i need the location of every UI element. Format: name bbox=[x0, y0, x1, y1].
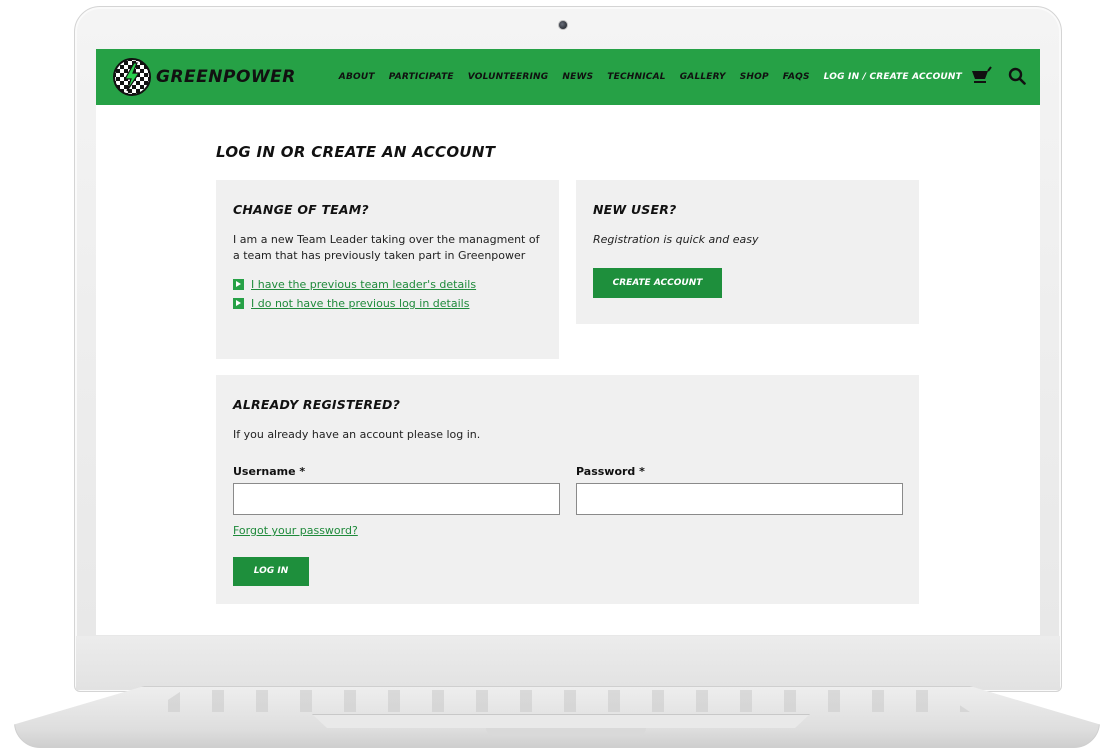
arrow-right-icon bbox=[233, 298, 244, 309]
header-icons bbox=[970, 65, 1026, 87]
main-nav: ABOUT PARTICIPATE VOLUNTEERING NEWS TECH… bbox=[339, 49, 962, 105]
username-input[interactable] bbox=[233, 483, 560, 515]
change-of-team-text: I am a new Team Leader taking over the m… bbox=[233, 233, 540, 262]
nav-gallery[interactable]: GALLERY bbox=[680, 72, 726, 82]
nav-faqs[interactable]: FAQS bbox=[783, 72, 810, 82]
new-user-heading: NEW USER? bbox=[593, 202, 677, 217]
new-user-panel: NEW USER? Registration is quick and easy… bbox=[576, 180, 919, 324]
password-input[interactable] bbox=[576, 483, 903, 515]
cart-icon[interactable] bbox=[970, 65, 992, 87]
team-link-row: I do not have the previous log in detail… bbox=[233, 297, 542, 310]
nav-login-create-account[interactable]: LOG IN / CREATE ACCOUNT bbox=[824, 72, 962, 82]
laptop-lip bbox=[486, 728, 646, 736]
login-heading: ALREADY REGISTERED? bbox=[233, 397, 401, 412]
new-user-text: Registration is quick and easy bbox=[593, 233, 759, 246]
password-label: Password * bbox=[576, 465, 645, 478]
nav-shop[interactable]: SHOP bbox=[740, 72, 769, 82]
log-in-button[interactable]: LOG IN bbox=[233, 557, 309, 586]
webcam bbox=[558, 20, 568, 30]
brand-name: GREENPOWER bbox=[156, 67, 296, 87]
no-previous-login-link[interactable]: I do not have the previous log in detail… bbox=[251, 297, 469, 310]
page-title: LOG IN OR CREATE AN ACCOUNT bbox=[216, 143, 496, 161]
laptop-bezel-bottom bbox=[76, 636, 1060, 690]
nav-news[interactable]: NEWS bbox=[562, 72, 593, 82]
login-text: If you already have an account please lo… bbox=[233, 428, 481, 441]
laptop-touchpad bbox=[312, 714, 810, 728]
search-icon[interactable] bbox=[1008, 67, 1026, 85]
forgot-password-link[interactable]: Forgot your password? bbox=[233, 524, 358, 537]
create-account-button[interactable]: CREATE ACCOUNT bbox=[593, 268, 722, 298]
chequered-wheel-logo-icon bbox=[113, 58, 151, 96]
change-of-team-panel: CHANGE OF TEAM? I am a new Team Leader t… bbox=[216, 180, 559, 359]
nav-participate[interactable]: PARTICIPATE bbox=[389, 72, 454, 82]
nav-volunteering[interactable]: VOLUNTEERING bbox=[468, 72, 549, 82]
nav-technical[interactable]: TECHNICAL bbox=[607, 72, 665, 82]
change-of-team-links: I have the previous team leader's detail… bbox=[233, 278, 542, 310]
arrow-right-icon bbox=[233, 279, 244, 290]
team-link-row: I have the previous team leader's detail… bbox=[233, 278, 542, 291]
have-previous-details-link[interactable]: I have the previous team leader's detail… bbox=[251, 278, 476, 291]
change-of-team-heading: CHANGE OF TEAM? bbox=[233, 202, 369, 217]
username-label: Username * bbox=[233, 465, 306, 478]
laptop-screen: GREENPOWER ABOUT PARTICIPATE VOLUNTEERIN… bbox=[96, 49, 1040, 635]
greenpower-logo[interactable]: GREENPOWER bbox=[112, 57, 296, 97]
site-header: GREENPOWER ABOUT PARTICIPATE VOLUNTEERIN… bbox=[96, 49, 1040, 105]
nav-about[interactable]: ABOUT bbox=[339, 72, 375, 82]
login-panel: ALREADY REGISTERED? If you already have … bbox=[216, 375, 919, 604]
laptop-keyboard bbox=[150, 690, 970, 712]
